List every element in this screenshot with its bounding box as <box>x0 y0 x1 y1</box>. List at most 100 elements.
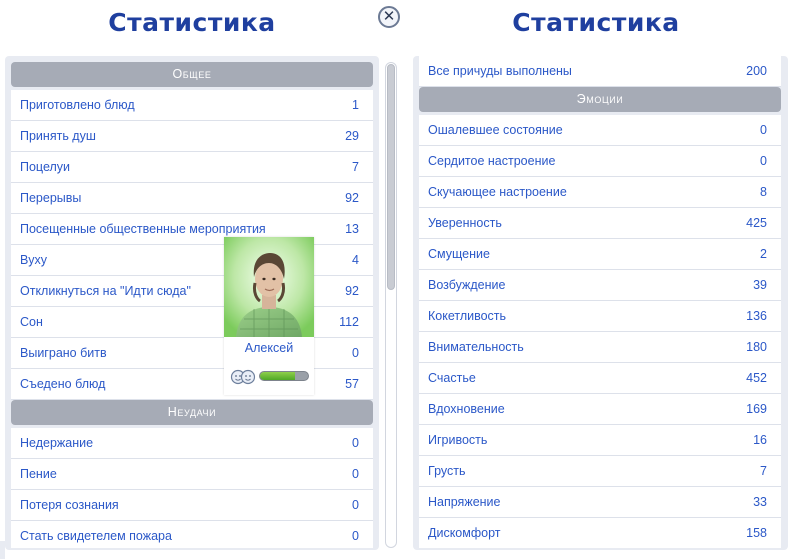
stat-label: Вуху <box>20 253 47 267</box>
stat-label: Сон <box>20 315 43 329</box>
stat-row: Напряжение 33 <box>419 487 781 518</box>
stat-label: Ошалевшее состояние <box>428 123 563 137</box>
stat-label: Счастье <box>428 371 476 385</box>
stat-label: Принять душ <box>20 129 96 143</box>
sim-card[interactable]: Алексей <box>224 237 314 395</box>
stat-value: 200 <box>746 64 767 78</box>
stat-value: 0 <box>760 123 767 137</box>
stat-value: 0 <box>352 529 359 543</box>
stat-label: Приготовлено блюд <box>20 98 135 112</box>
stat-value: 7 <box>352 160 359 174</box>
stat-value: 0 <box>760 154 767 168</box>
stat-row: Сон 112 <box>11 307 373 338</box>
stat-value: 8 <box>760 185 767 199</box>
stat-value: 13 <box>345 222 359 236</box>
stat-row: Недержание 0 <box>11 428 373 459</box>
mood-bar-fill <box>260 372 295 380</box>
stat-label: Возбуждение <box>428 278 506 292</box>
stat-row: Смущение 2 <box>419 239 781 270</box>
left-panel-title: Статистика <box>108 8 276 37</box>
panel-edge <box>0 541 5 559</box>
stat-row: Вдохновение 169 <box>419 394 781 425</box>
section-header: Неудачи <box>11 400 373 425</box>
stat-label: Вдохновение <box>428 402 505 416</box>
stat-row: Игривость 16 <box>419 425 781 456</box>
left-scrollbar[interactable] <box>385 62 397 548</box>
stat-row: Скучающее настроение 8 <box>419 177 781 208</box>
stat-label: Пение <box>20 467 57 481</box>
stat-row: Грусть 7 <box>419 456 781 487</box>
stat-value: 57 <box>345 377 359 391</box>
stat-value: 180 <box>746 340 767 354</box>
stat-value: 16 <box>753 433 767 447</box>
right-panel-title: Статистика <box>512 8 680 37</box>
stat-row: Вуху 4 <box>11 245 373 276</box>
statistics-screen: Статистика Статистика ✕ Общее Приготовлен… <box>0 0 788 559</box>
stat-label: Посещенные общественные мероприятия <box>20 222 266 236</box>
stat-row: Посещенные общественные мероприятия 13 <box>11 214 373 245</box>
stat-value: 0 <box>352 467 359 481</box>
stat-value: 169 <box>746 402 767 416</box>
stat-label: Игривость <box>428 433 488 447</box>
stat-value: 29 <box>345 129 359 143</box>
stat-row: Выиграно битв 0 <box>11 338 373 369</box>
sim-portrait <box>224 237 314 337</box>
stat-label: Уверенность <box>428 216 502 230</box>
stat-label: Смущение <box>428 247 490 261</box>
stat-value: 112 <box>339 315 359 329</box>
stat-row: Ошалевшее состояние 0 <box>419 115 781 146</box>
stat-label: Недержание <box>20 436 94 450</box>
sim-name: Алексей <box>244 341 294 355</box>
stat-row: Принять душ 29 <box>11 121 373 152</box>
stat-value: 158 <box>746 526 767 540</box>
stat-row: Все причуды выполнены 200 <box>419 56 781 87</box>
stat-label: Поцелуи <box>20 160 71 174</box>
stat-label: Стать свидетелем пожара <box>20 529 172 543</box>
stat-value: 33 <box>753 495 767 509</box>
stat-value: 425 <box>746 216 767 230</box>
stat-row: Пение 0 <box>11 459 373 490</box>
stat-row: Возбуждение 39 <box>419 270 781 301</box>
stat-label: Все причуды выполнены <box>428 64 572 78</box>
stat-row: Приготовлено блюд 1 <box>11 90 373 121</box>
stat-label: Перерывы <box>20 191 82 205</box>
stat-value: 92 <box>345 284 359 298</box>
stat-row: Потеря сознания 0 <box>11 490 373 521</box>
stat-value: 0 <box>352 436 359 450</box>
happy-faces-icon <box>230 369 256 385</box>
stat-row: Внимательность 180 <box>419 332 781 363</box>
stat-label: Сердитое настроение <box>428 154 556 168</box>
stat-label: Выиграно битв <box>20 346 107 360</box>
stat-value: 4 <box>352 253 359 267</box>
stat-label: Внимательность <box>428 340 524 354</box>
stat-value: 1 <box>352 98 359 112</box>
sim-mood-status <box>228 367 312 387</box>
stat-value: 92 <box>345 191 359 205</box>
stat-value: 136 <box>746 309 767 323</box>
close-icon[interactable]: ✕ <box>378 6 400 28</box>
left-scrollbar-thumb[interactable] <box>387 64 395 290</box>
stat-label: Напряжение <box>428 495 501 509</box>
stat-label: Грусть <box>428 464 466 478</box>
stat-value: 0 <box>352 346 359 360</box>
stat-row: Поцелуи 7 <box>11 152 373 183</box>
stat-row: Кокетливость 136 <box>419 301 781 332</box>
stat-row: Съедено блюд 57 <box>11 369 373 400</box>
stat-label: Кокетливость <box>428 309 507 323</box>
stat-value: 39 <box>753 278 767 292</box>
stat-label: Дискомфорт <box>428 526 501 540</box>
stat-row: Сердитое настроение 0 <box>419 146 781 177</box>
stat-row: Дискомфорт 158 <box>419 518 781 548</box>
stat-row: Уверенность 425 <box>419 208 781 239</box>
right-stats-list[interactable]: Все причуды выполнены 200 Эмоции Ошалевшее … <box>419 56 781 548</box>
stat-value: 2 <box>760 247 767 261</box>
stat-row: Стать свидетелем пожара 0 <box>11 521 373 548</box>
stat-label: Съедено блюд <box>20 377 106 391</box>
stat-row: Перерывы 92 <box>11 183 373 214</box>
mood-bar <box>259 371 309 381</box>
stat-row: Откликнуться на "Идти сюда" 92 <box>11 276 373 307</box>
left-stats-list[interactable]: Общее Приготовлено блюд 1 Принять душ 29 Поце… <box>11 62 373 548</box>
stat-value: 0 <box>352 498 359 512</box>
stat-label: Скучающее настроение <box>428 185 567 199</box>
stat-value: 7 <box>760 464 767 478</box>
